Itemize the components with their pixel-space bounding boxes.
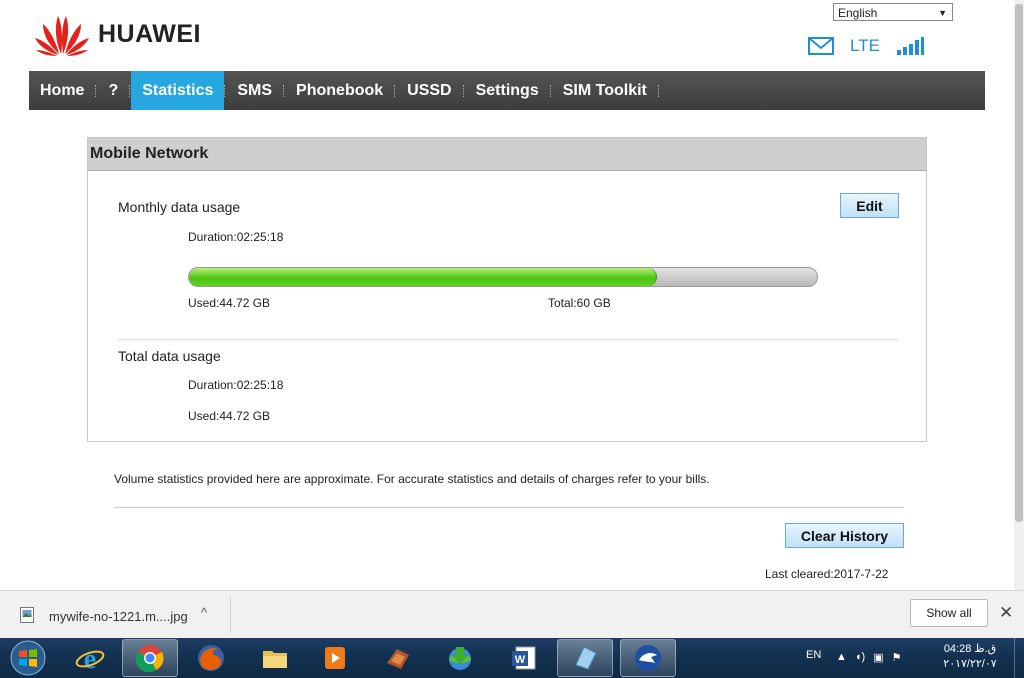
taskbar-explorer[interactable]: [247, 639, 303, 677]
clock-date: ٢٠١٧/٢٢/٠٧: [943, 658, 997, 670]
nav-phonebook[interactable]: Phonebook: [285, 71, 394, 110]
monthly-usage-progress: [188, 267, 818, 287]
main-nav: Home ? Statistics SMS Phonebook USSD Set…: [29, 71, 985, 110]
media-player-icon: [325, 647, 345, 669]
download-manager-icon: [449, 647, 471, 670]
tray-expand-icon[interactable]: ▲: [836, 651, 847, 664]
taskbar-media-player[interactable]: [307, 639, 363, 677]
firefox-icon: [198, 645, 224, 671]
notice-divider: [114, 507, 904, 508]
total-duration: Duration:02:25:18: [188, 378, 284, 392]
taskbar-chrome[interactable]: [122, 639, 178, 677]
nav-help[interactable]: ?: [97, 71, 129, 110]
tray-icons: ▲ ◖) ▣ ⚑: [836, 651, 901, 664]
flag-icon[interactable]: ⚑: [892, 651, 902, 664]
download-separator: [230, 597, 231, 633]
internet-explorer-icon: e: [75, 644, 105, 673]
chevron-up-icon[interactable]: ^: [201, 605, 207, 620]
progress-fill: [189, 268, 657, 286]
monthly-usage-label: Monthly data usage: [118, 199, 241, 215]
huawei-petals-icon: [35, 16, 89, 56]
total-used: Used:44.72 GB: [188, 409, 271, 423]
nav-sms[interactable]: SMS: [226, 71, 283, 110]
network-tray-icon[interactable]: ▣: [873, 651, 883, 664]
tray-clock[interactable]: ق.ظ 04:28 ٢٠١٧/٢٢/٠٧: [940, 642, 1000, 672]
taskbar-firefox[interactable]: [183, 639, 239, 677]
clock-time: ق.ظ 04:28: [943, 643, 997, 655]
download-bar: mywife-no-1221.m....jpg ^ Show all ✕: [0, 590, 1024, 638]
eagle-app-icon: [635, 645, 661, 671]
windows-taskbar: e W EN ▲ ◖) ▣ ⚑ ق.ظ 04:28 ٢٠١٧/٢٢/٠٧: [0, 638, 1024, 678]
clear-history-button[interactable]: Clear History: [785, 523, 904, 548]
huawei-logo: HUAWEI: [34, 12, 201, 56]
close-icon[interactable]: ✕: [999, 603, 1013, 623]
download-filename[interactable]: mywife-no-1221.m....jpg: [49, 609, 188, 624]
taskbar-word[interactable]: W: [496, 639, 552, 677]
nav-home[interactable]: Home: [29, 71, 95, 110]
taskbar-download-manager[interactable]: [432, 639, 488, 677]
network-type: LTE: [850, 36, 880, 55]
monthly-duration: Duration:02:25:18: [188, 230, 284, 244]
language-selected: English: [838, 6, 878, 20]
tray-language[interactable]: EN: [806, 649, 821, 661]
monthly-total: Total:60 GB: [548, 296, 611, 310]
show-desktop-button[interactable]: [1014, 638, 1024, 678]
nav-sim-toolkit[interactable]: SIM Toolkit: [552, 71, 658, 110]
toolbox-icon: [387, 649, 409, 669]
nav-settings[interactable]: Settings: [465, 71, 550, 110]
taskbar-app-window[interactable]: [557, 639, 613, 677]
volume-icon[interactable]: ◖): [855, 651, 865, 664]
image-file-icon: [20, 607, 34, 623]
mobile-network-panel: Mobile Network Monthly data usage Edit D…: [87, 137, 927, 442]
mail-icon[interactable]: [808, 37, 834, 55]
panel-divider: [118, 339, 898, 340]
status-icons: LTE: [808, 36, 924, 56]
window-app-icon: [575, 646, 597, 670]
volume-notice: Volume statistics provided here are appr…: [114, 472, 710, 486]
language-select[interactable]: English ▼: [833, 3, 953, 21]
windows-start-icon[interactable]: [2, 638, 54, 678]
scrollbar-thumb[interactable]: [1015, 4, 1023, 522]
page-scrollbar[interactable]: [1014, 0, 1024, 590]
edit-button[interactable]: Edit: [840, 193, 899, 218]
brand-name: HUAWEI: [98, 19, 201, 48]
total-usage-label: Total data usage: [118, 348, 221, 364]
nav-statistics[interactable]: Statistics: [131, 71, 225, 110]
taskbar-eagle-app[interactable]: [620, 639, 676, 677]
taskbar-app-tools[interactable]: [370, 639, 426, 677]
taskbar-ie[interactable]: e: [62, 639, 118, 677]
svg-text:e: e: [84, 644, 96, 673]
nav-ussd[interactable]: USSD: [396, 71, 462, 110]
dropdown-arrow-icon: ▼: [938, 8, 947, 18]
browser-page: HUAWEI English ▼ LTE Home ? Statistics S…: [0, 0, 1014, 590]
last-cleared: Last cleared:2017-7-22: [765, 567, 889, 581]
show-all-button[interactable]: Show all: [910, 599, 988, 627]
panel-title: Mobile Network: [88, 138, 926, 171]
monthly-used: Used:44.72 GB: [188, 296, 271, 310]
nav-separator: [657, 84, 660, 97]
folder-icon: [263, 651, 287, 668]
chrome-icon: [135, 645, 164, 673]
word-icon: W: [512, 646, 536, 670]
signal-strength-icon: [896, 37, 924, 55]
svg-text:W: W: [515, 654, 526, 666]
